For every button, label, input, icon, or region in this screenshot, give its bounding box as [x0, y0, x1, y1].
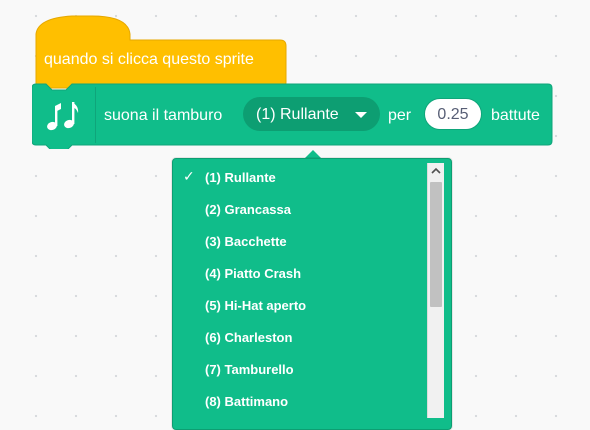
menu-item-drum-7[interactable]: (7) Tamburello	[173, 353, 427, 385]
menu-item-drum-5[interactable]: (5) Hi-Hat aperto	[173, 289, 427, 321]
menu-item-label: (1) Rullante	[205, 170, 276, 185]
menu-item-label: (5) Hi-Hat aperto	[205, 298, 307, 313]
per-text: per	[388, 107, 412, 124]
menu-item-label: (4) Piatto Crash	[205, 266, 302, 281]
checkmark-icon: ✓	[183, 168, 195, 184]
menu-item-label: (8) Battimano	[205, 394, 289, 409]
drum-dropdown-menu: ✓ (1) Rullante (2) Grancassa (3) Bacchet…	[172, 158, 452, 430]
block-icon-separator	[95, 87, 96, 143]
menu-item-label: (2) Grancassa	[205, 202, 291, 217]
scrollbar-thumb[interactable]	[430, 182, 442, 307]
drum-dropdown[interactable]: (1) Rullante	[243, 97, 380, 131]
play-drum-block[interactable]: suona il tamburo (1) Rullante per 0.25 b…	[32, 83, 553, 149]
menu-scrollbar[interactable]	[427, 163, 444, 418]
beats-input-value: 0.25	[437, 106, 469, 123]
menu-item-label: (6) Charleston	[205, 330, 293, 345]
music-notes-icon	[47, 102, 79, 131]
menu-item-drum-4[interactable]: (4) Piatto Crash	[173, 257, 427, 289]
menu-item-drum-2[interactable]: (2) Grancassa	[173, 193, 427, 225]
menu-item-label: (3) Bacchette	[205, 234, 287, 249]
caret-down-icon	[355, 112, 367, 118]
hat-block-label: quando si clicca questo sprite	[44, 51, 254, 68]
menu-item-drum-8[interactable]: (8) Battimano	[173, 385, 427, 417]
scroll-up-arrow-icon[interactable]	[428, 163, 444, 179]
beats-input[interactable]: 0.25	[424, 98, 482, 130]
menu-item-drum-6[interactable]: (6) Charleston	[173, 321, 427, 353]
play-drum-text: suona il tamburo	[104, 107, 223, 124]
menu-item-label: (7) Tamburello	[205, 362, 294, 377]
menu-item-drum-1[interactable]: ✓ (1) Rullante	[173, 161, 427, 193]
hat-block-when-sprite-clicked[interactable]: quando si clicca questo sprite	[32, 14, 287, 92]
drum-dropdown-value: (1) Rullante	[256, 106, 339, 123]
menu-item-drum-3[interactable]: (3) Bacchette	[173, 225, 427, 257]
beats-text: battute	[491, 107, 540, 124]
